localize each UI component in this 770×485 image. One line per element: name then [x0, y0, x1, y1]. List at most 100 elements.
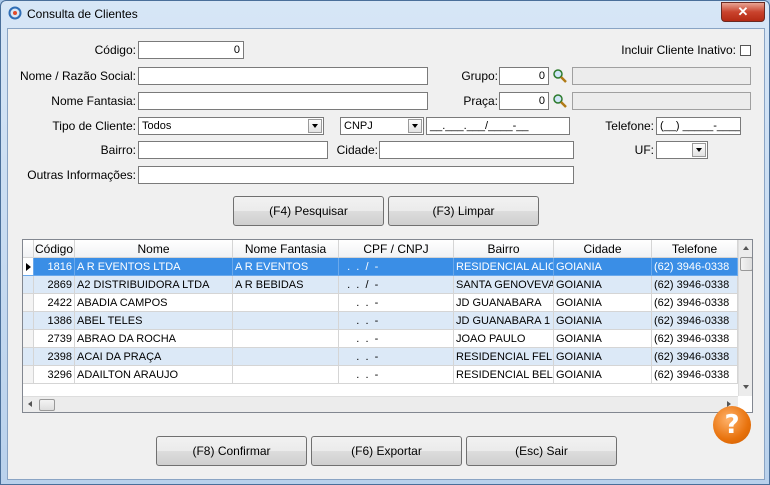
cell-cidade: GOIANIA [554, 330, 652, 348]
cell-fantasia: A R EVENTOS [233, 258, 339, 276]
nome-input[interactable] [138, 67, 428, 85]
scroll-up-icon[interactable] [743, 246, 749, 250]
inativo-checkbox[interactable] [740, 45, 751, 56]
cell-codigo: 1816 [34, 258, 75, 276]
cell-fantasia [233, 366, 339, 384]
fantasia-label: Nome Fantasia: [51, 94, 136, 108]
praca-description [572, 92, 751, 110]
cell-nome: ABRAO DA ROCHA [75, 330, 233, 348]
dialog-body: Código: 0 Incluir Cliente Inativo: Nome … [7, 28, 765, 480]
cell-cidade: GOIANIA [554, 258, 652, 276]
outras-input[interactable] [138, 166, 574, 184]
cell-telefone: (62) 3946-0338 [652, 330, 738, 348]
title-bar[interactable]: Consulta de Clientes ✕ [1, 1, 769, 27]
chevron-down-icon[interactable] [408, 119, 422, 133]
close-button[interactable]: ✕ [721, 2, 765, 22]
uf-select[interactable] [656, 141, 708, 159]
cell-fantasia [233, 294, 339, 312]
column-header-telefone[interactable]: Telefone [652, 240, 738, 258]
cell-bairro: RESIDENCIAL BELA [454, 366, 554, 384]
grupo-input[interactable]: 0 [499, 67, 549, 85]
current-row-pointer-icon [23, 258, 34, 276]
scroll-down-icon[interactable] [743, 385, 749, 389]
chevron-down-icon[interactable] [308, 119, 322, 133]
column-header-codigo[interactable]: Código [34, 240, 75, 258]
bairro-input[interactable] [138, 141, 328, 159]
cell-nome: A2 DISTRIBUIDORA LTDA [75, 276, 233, 294]
codigo-input[interactable]: 0 [138, 41, 244, 59]
table-row[interactable]: 2398ACAI DA PRAÇA . . -RESIDENCIAL FELIC… [23, 348, 738, 366]
cell-cidade: GOIANIA [554, 276, 652, 294]
cell-cidade: GOIANIA [554, 348, 652, 366]
horizontal-scroll-thumb[interactable] [39, 399, 55, 411]
cell-nome: ACAI DA PRAÇA [75, 348, 233, 366]
help-icon[interactable]: ? [713, 406, 751, 444]
tipo-select[interactable]: Todos [138, 117, 324, 135]
cell-telefone: (62) 3946-0338 [652, 348, 738, 366]
app-icon [8, 6, 22, 20]
cidade-input[interactable] [379, 141, 574, 159]
cell-doc: . . - [339, 294, 454, 312]
cell-nome: ABADIA CAMPOS [75, 294, 233, 312]
cell-codigo: 2422 [34, 294, 75, 312]
table-row[interactable]: 2869 A2 DISTRIBUIDORA LTDA A R BEBIDAS . .… [23, 276, 738, 294]
cell-bairro: RESIDENCIAL FELICIDADE [454, 348, 554, 366]
column-header-bairro[interactable]: Bairro [454, 240, 554, 258]
doc-type-select[interactable]: CNPJ [340, 117, 424, 135]
table-row[interactable]: 2739 ABRAO DA ROCHA . . - JOAO PAULO GOIANI… [23, 330, 738, 348]
telefone-input[interactable]: (__) _____-____ [656, 117, 741, 135]
cell-codigo: 1386 [34, 312, 75, 330]
grupo-search-icon[interactable] [552, 68, 568, 84]
cell-bairro: SANTA GENOVEVA [454, 276, 554, 294]
row-indicator [23, 330, 34, 348]
cell-nome: ABEL TELES [75, 312, 233, 330]
row-indicator [23, 294, 34, 312]
horizontal-scrollbar[interactable] [23, 396, 738, 412]
scroll-left-icon[interactable] [28, 401, 32, 407]
cell-doc: . . - [339, 348, 454, 366]
exportar-button[interactable]: (F6) Exportar [311, 436, 462, 466]
pesquisar-button[interactable]: (F4) Pesquisar [233, 196, 384, 226]
cell-telefone: (62) 3946-0338 [652, 276, 738, 294]
vertical-scroll-thumb[interactable] [740, 257, 752, 271]
cell-telefone: (62) 3946-0338 [652, 294, 738, 312]
doc-input[interactable]: __.___.___/____-__ [426, 117, 570, 135]
cell-bairro: JD GUANABARA 1 [454, 312, 554, 330]
row-indicator [23, 366, 34, 384]
column-header-fantasia[interactable]: Nome Fantasia [233, 240, 339, 258]
praca-search-icon[interactable] [552, 93, 568, 109]
column-header-cidade[interactable]: Cidade [554, 240, 652, 258]
fantasia-input[interactable] [138, 92, 428, 110]
praca-input[interactable]: 0 [499, 92, 549, 110]
outras-label: Outras Informações: [27, 168, 136, 182]
cell-telefone: (62) 3946-0338 [652, 312, 738, 330]
table-header: Código Nome Nome Fantasia CPF / CNPJ Bai… [23, 240, 738, 258]
cell-bairro: JD GUANABARA [454, 294, 554, 312]
vertical-scrollbar[interactable] [738, 240, 752, 396]
table-row[interactable]: 3296 ADAILTON ARAUJO . . - RESIDENCIAL BEL… [23, 366, 738, 384]
row-indicator [23, 276, 34, 294]
table-row[interactable]: 1386 ABEL TELES . . - JD GUANABARA 1 GOIANI… [23, 312, 738, 330]
bairro-label: Bairro: [100, 143, 136, 157]
table-row[interactable]: 2422 ABADIA CAMPOS . . - JD GUANABARA GOIAN… [23, 294, 738, 312]
grupo-label: Grupo: [461, 69, 498, 83]
column-header-nome[interactable]: Nome [75, 240, 233, 258]
table-row[interactable]: 1816 A R EVENTOS LTDA A R EVENTOS . . / -R… [23, 258, 738, 276]
cell-nome: A R EVENTOS LTDA [75, 258, 233, 276]
nome-label: Nome / Razão Social: [19, 69, 136, 83]
cell-codigo: 3296 [34, 366, 75, 384]
window: Consulta de Clientes ✕ Código: 0 Incluir… [0, 0, 770, 485]
chevron-down-icon[interactable] [692, 143, 706, 157]
column-header-cpf-cnpj[interactable]: CPF / CNPJ [339, 240, 454, 258]
cell-telefone: (62) 3946-0338 [652, 258, 738, 276]
confirmar-button[interactable]: (F8) Confirmar [156, 436, 307, 466]
cell-fantasia: A R BEBIDAS [233, 276, 339, 294]
cell-cidade: GOIANIA [554, 366, 652, 384]
limpar-button[interactable]: (F3) Limpar [388, 196, 539, 226]
window-title: Consulta de Clientes [27, 7, 138, 21]
cell-telefone: (62) 3946-0338 [652, 366, 738, 384]
cell-doc: . . / - [339, 276, 454, 294]
clients-table[interactable]: Código Nome Nome Fantasia CPF / CNPJ Bai… [22, 239, 753, 413]
sair-button[interactable]: (Esc) Sair [466, 436, 617, 466]
cell-doc: . . - [339, 366, 454, 384]
